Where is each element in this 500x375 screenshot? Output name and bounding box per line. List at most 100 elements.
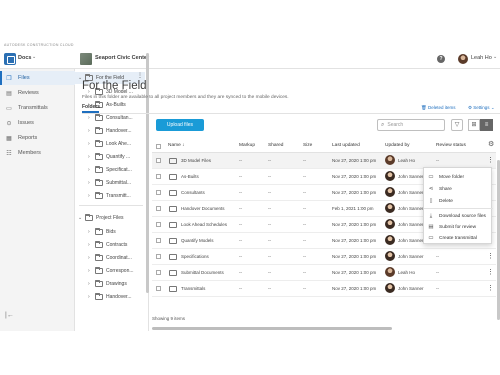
cell-name[interactable]: Transmittals — [181, 286, 205, 291]
more-options-icon[interactable]: ⋮ — [487, 284, 494, 292]
row-checkbox[interactable] — [156, 206, 161, 211]
column-header-name[interactable]: Name ↓ — [168, 143, 185, 148]
module-switcher[interactable]: Docs — [18, 55, 31, 61]
cell-name[interactable]: Specifications — [181, 254, 209, 259]
row-checkbox[interactable] — [156, 222, 161, 227]
tree-item[interactable]: › Transmitt... — [88, 190, 131, 202]
filter-icon[interactable]: ▽ — [451, 119, 463, 131]
tree-item-project-files[interactable]: ⌄ Project Files — [78, 212, 124, 224]
folder-icon — [95, 127, 103, 134]
tree-item[interactable]: › Contracts — [88, 239, 127, 251]
settings-link[interactable]: ⚙ Settings ⌄ — [468, 105, 495, 111]
row-checkbox[interactable] — [156, 254, 161, 259]
tree-item[interactable]: › Submittal... — [88, 177, 131, 189]
grid-view-icon[interactable]: ⊞ — [468, 119, 480, 131]
row-checkbox[interactable] — [156, 238, 161, 243]
rail-item-reviews[interactable]: ▤ Reviews — [0, 86, 75, 100]
rail-item-issues[interactable]: ⊙ Issues — [0, 116, 75, 130]
tree-item[interactable]: › Handover... — [88, 125, 132, 137]
cell-name[interactable]: Consultants — [181, 190, 205, 195]
cell-name[interactable]: Submittal Documents — [181, 270, 224, 275]
column-header-size[interactable]: Size — [303, 143, 312, 148]
project-switcher[interactable]: Seaport Civic Center — [95, 55, 149, 61]
menu-item-create-transmittal[interactable]: ▭ Create transmittal — [424, 232, 493, 244]
menu-item-move-folder[interactable]: ▭ Move folder — [424, 171, 493, 183]
chevron-right-icon[interactable]: › — [88, 229, 93, 235]
horizontal-scrollbar[interactable] — [152, 327, 392, 330]
row-checkbox[interactable] — [156, 286, 161, 291]
table-row[interactable]: Submittal Documents -- -- -- Nov 27, 2020 1:… — [152, 265, 496, 281]
chevron-down-icon[interactable]: ⌄ — [493, 54, 497, 60]
row-checkbox[interactable] — [156, 174, 161, 179]
cell-markup: -- — [239, 238, 242, 243]
tree-item[interactable]: › Correspon... — [88, 265, 134, 277]
chevron-right-icon[interactable]: › — [88, 255, 93, 261]
tree-item[interactable]: › Drawings — [88, 278, 127, 290]
chevron-right-icon[interactable]: › — [88, 141, 93, 147]
chevron-right-icon[interactable]: › — [88, 242, 93, 248]
tree-item[interactable]: › Specificat... — [88, 164, 132, 176]
cell-last-updated: Nov 27, 2020 1:00 pm — [332, 286, 377, 291]
chevron-down-icon[interactable]: ⌄ — [32, 54, 36, 60]
column-header-updated-by[interactable]: Updated by — [385, 143, 410, 148]
help-icon[interactable]: ? — [437, 55, 445, 63]
avatar[interactable] — [458, 54, 468, 64]
more-options-icon[interactable]: ⋮ — [487, 268, 494, 276]
chevron-right-icon[interactable]: › — [88, 115, 93, 121]
more-options-icon[interactable]: ⋮ — [487, 252, 494, 260]
rail-item-members[interactable]: ☷ Members — [0, 146, 75, 160]
docs-logo-icon[interactable] — [4, 53, 16, 65]
tree-item[interactable]: › Consultan... — [88, 112, 133, 124]
rail-item-files[interactable]: ❐ Files — [0, 71, 75, 85]
column-header-markup[interactable]: Markup — [239, 143, 255, 148]
user-menu[interactable]: Leah Ho — [471, 55, 492, 61]
tree-item[interactable]: › Coordinat... — [88, 252, 132, 264]
column-header-shared[interactable]: Shared — [268, 143, 283, 148]
tree-item[interactable]: › Look Ahe... — [88, 138, 131, 150]
table-row[interactable]: Transmittals -- -- -- Nov 27, 2020 1:00 pm Jo… — [152, 281, 496, 297]
cell-name[interactable]: Quantify Models — [181, 238, 214, 243]
chevron-right-icon[interactable]: › — [88, 180, 93, 186]
upload-files-button[interactable]: Upload files — [156, 119, 204, 131]
column-header-review-status[interactable]: Review status — [436, 143, 466, 148]
cell-name[interactable]: Handover Documents — [181, 206, 225, 211]
more-options-icon[interactable]: ⋮ — [137, 72, 143, 79]
cell-shared: -- — [268, 174, 271, 179]
tree-item[interactable]: › Handover... — [88, 291, 132, 303]
tree-item[interactable]: › Bids — [88, 226, 116, 238]
tree-item-label: Correspon... — [106, 268, 134, 274]
select-all-checkbox[interactable] — [156, 144, 161, 149]
gear-icon[interactable]: ⚙ — [488, 140, 494, 148]
collapse-sidebar-icon[interactable]: |← — [5, 312, 14, 319]
deleted-items-link[interactable]: 🗑 Deleted items — [421, 105, 455, 111]
chevron-right-icon[interactable]: › — [88, 167, 93, 173]
tab-folders[interactable]: Folders — [82, 104, 100, 110]
list-view-icon[interactable]: ≡ — [480, 119, 493, 131]
chevron-right-icon[interactable]: › — [88, 268, 93, 274]
chevron-right-icon[interactable]: › — [88, 154, 93, 160]
rail-item-transmittals[interactable]: ▭ Transmittals — [0, 101, 75, 115]
folder-icon — [95, 293, 103, 300]
row-checkbox[interactable] — [156, 158, 161, 163]
menu-item-share[interactable]: ⋖ Share — [424, 183, 493, 195]
chevron-right-icon[interactable]: › — [88, 193, 93, 199]
tree-item[interactable]: › Quantify ... — [88, 151, 130, 163]
cell-name[interactable]: Look Ahead Schedules — [181, 222, 227, 227]
cell-name[interactable]: As-Builts — [181, 174, 199, 179]
row-checkbox[interactable] — [156, 190, 161, 195]
cell-size: -- — [303, 190, 306, 195]
search-input[interactable]: ⌕ Search — [377, 119, 445, 131]
chevron-right-icon[interactable]: › — [88, 128, 93, 134]
more-options-icon[interactable]: ⋮ — [487, 156, 494, 164]
chevron-right-icon[interactable]: › — [88, 281, 93, 287]
column-header-last-updated[interactable]: Last updated — [332, 143, 360, 148]
chevron-down-icon[interactable]: ⌄ — [78, 215, 83, 221]
chevron-right-icon[interactable]: › — [88, 294, 93, 300]
menu-item-delete[interactable]: ▯ Delete — [424, 195, 493, 207]
divider — [79, 205, 143, 206]
table-row[interactable]: Specifications -- -- -- Nov 27, 2020 1:00 pm… — [152, 249, 496, 265]
row-checkbox[interactable] — [156, 270, 161, 275]
cell-size: -- — [303, 270, 306, 275]
rail-item-reports[interactable]: ▦ Reports — [0, 131, 75, 145]
cell-name[interactable]: 3D Model Files — [181, 158, 211, 163]
